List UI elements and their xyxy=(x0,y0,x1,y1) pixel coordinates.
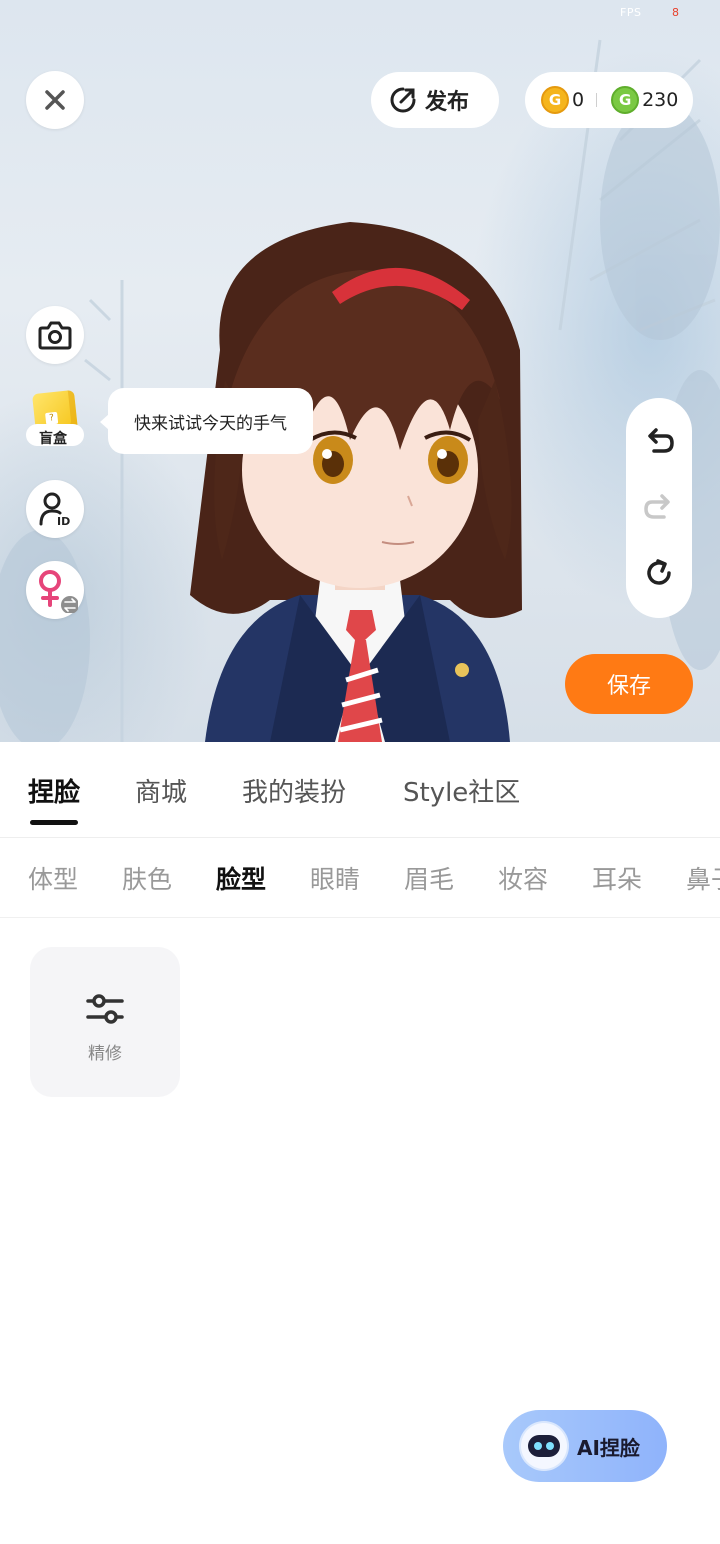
blind-box-label: 盲盒 xyxy=(39,431,67,447)
sliders-icon xyxy=(86,994,124,1024)
redo-button[interactable] xyxy=(641,490,677,526)
subtab-makeup[interactable]: 妆容 xyxy=(498,860,548,896)
option-fine-tune-label: 精修 xyxy=(88,1044,122,1064)
robot-icon xyxy=(521,1423,567,1469)
subtab-nose[interactable]: 鼻子 xyxy=(686,860,720,896)
fps-value: 8 xyxy=(672,6,679,19)
camera-button[interactable] xyxy=(26,306,84,364)
subtab-face-shape[interactable]: 脸型 xyxy=(216,860,266,896)
reset-button[interactable] xyxy=(641,555,677,591)
tab-shop[interactable]: 商城 xyxy=(135,772,187,809)
fps-label: FPS xyxy=(620,6,642,19)
camera-icon xyxy=(38,321,72,350)
gold-coin-value: 0 xyxy=(572,89,585,111)
customization-panel: 捏脸 商城 我的装扮 Style社区 体型 肤色 脸型 眼睛 眉毛 妆容 耳朵 … xyxy=(0,742,720,1544)
female-swap-icon xyxy=(39,570,78,613)
save-button[interactable]: 保存 xyxy=(565,654,693,714)
close-icon xyxy=(45,90,65,110)
gender-switch-button[interactable] xyxy=(26,561,84,619)
gold-coin-icon: G xyxy=(541,86,569,114)
subtab-eyes[interactable]: 眼睛 xyxy=(310,860,360,896)
avatar-id-icon: ID xyxy=(39,492,70,527)
tab-style-community[interactable]: Style社区 xyxy=(403,772,520,809)
publish-button[interactable]: 发布 xyxy=(371,72,499,128)
avatar-id-button[interactable]: ID xyxy=(26,480,84,538)
undo-button[interactable] xyxy=(641,424,677,460)
reset-icon xyxy=(647,559,671,585)
avatar-preview-scene[interactable]: FPS 8 发布 G 0 G 230 ? 盲盒 快来试试今天的手气 ID 保存 xyxy=(0,0,720,742)
option-fine-tune[interactable]: 精修 xyxy=(30,947,180,1097)
blind-box-button[interactable]: ? 盲盒 xyxy=(26,388,88,458)
green-coin-value: 230 xyxy=(642,89,679,111)
close-button[interactable] xyxy=(26,71,84,129)
svg-text:ID: ID xyxy=(57,515,70,527)
subtab-skin[interactable]: 肤色 xyxy=(122,860,172,896)
ai-face-button[interactable]: AI捏脸 xyxy=(503,1410,667,1482)
subtab-ears[interactable]: 耳朵 xyxy=(592,860,642,896)
green-coin-icon: G xyxy=(611,86,640,114)
active-tab-indicator xyxy=(30,820,78,825)
publish-icon xyxy=(390,87,416,113)
publish-label: 发布 xyxy=(425,90,470,115)
ai-face-label: AI捏脸 xyxy=(577,1435,640,1460)
edit-history-panel xyxy=(626,398,692,618)
sub-tab-bar[interactable]: 体型 肤色 脸型 眼睛 眉毛 妆容 耳朵 鼻子 xyxy=(0,838,720,918)
avatar-model[interactable] xyxy=(150,200,570,742)
undo-icon xyxy=(648,428,674,453)
tab-my-outfits[interactable]: 我的装扮 xyxy=(242,772,346,809)
currency-balance[interactable]: G 0 G 230 xyxy=(525,72,693,128)
subtab-body[interactable]: 体型 xyxy=(28,860,78,896)
tip-bubble: 快来试试今天的手气 xyxy=(100,388,313,454)
tab-face-edit[interactable]: 捏脸 xyxy=(28,772,80,809)
currency-divider xyxy=(596,93,598,107)
subtab-eyebrows[interactable]: 眉毛 xyxy=(404,860,454,896)
redo-icon xyxy=(644,494,670,519)
main-tab-bar: 捏脸 商城 我的装扮 Style社区 xyxy=(0,742,720,838)
